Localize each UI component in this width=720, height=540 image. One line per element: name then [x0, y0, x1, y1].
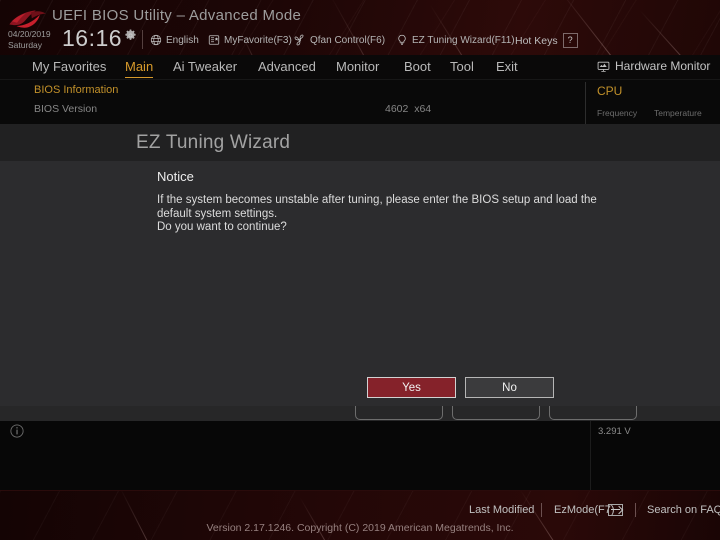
- arrow-right-box-icon[interactable]: [608, 504, 623, 516]
- search-on-faq-button[interactable]: Search on FAQ: [647, 504, 720, 516]
- qfan-control-button[interactable]: Qfan Control(F6): [294, 33, 385, 47]
- hot-keys-label: Hot Keys: [515, 34, 558, 47]
- hot-keys-button[interactable]: Hot Keys ?: [515, 33, 578, 48]
- obscured-button-2[interactable]: [452, 406, 540, 420]
- hot-keys-key: ?: [562, 33, 578, 48]
- qfan-control-label: Qfan Control(F6): [310, 34, 386, 46]
- myfavorite-label: MyFavorite(F3): [224, 34, 292, 46]
- system-clock: 16:16: [62, 25, 123, 51]
- page-title: UEFI BIOS Utility – Advanced Mode: [52, 7, 302, 24]
- title-bar: UEFI BIOS Utility – Advanced Mode 04/20/…: [0, 0, 720, 55]
- ez-tuning-wizard-label: EZ Tuning Wizard(F11): [412, 34, 515, 46]
- date-value: 04/20/2019: [8, 29, 51, 39]
- system-date: 04/20/2019 Saturday: [8, 29, 51, 50]
- bios-version-label: BIOS Version: [34, 103, 98, 115]
- dialog-body: Notice If the system becomes unstable af…: [0, 161, 720, 406]
- bios-version-value: 4602 x64: [385, 103, 432, 115]
- footer-divider-2: [635, 503, 636, 517]
- dialog-title: EZ Tuning Wizard: [136, 132, 291, 153]
- hw-frequency-label: Frequency: [597, 108, 638, 118]
- language-selector[interactable]: English: [150, 33, 199, 47]
- dialog-message-line-1: If the system becomes unstable after tun…: [157, 194, 597, 206]
- myfavorite-button[interactable]: MyFavorite(F3): [208, 33, 292, 47]
- tab-advanced[interactable]: Advanced: [258, 59, 316, 74]
- ez-tuning-wizard-button[interactable]: EZ Tuning Wizard(F11): [396, 33, 515, 47]
- hw-voltage-value: 3.291 V: [598, 426, 631, 437]
- dialog-message-line-2: default system settings.: [157, 207, 278, 220]
- globe-icon: [150, 34, 162, 46]
- dialog-message: If the system becomes unstable after tun…: [157, 194, 597, 235]
- tab-monitor[interactable]: Monitor: [336, 59, 379, 74]
- yes-button[interactable]: Yes: [367, 377, 456, 398]
- no-button[interactable]: No: [465, 377, 554, 398]
- lightbulb-icon: [398, 34, 406, 45]
- bios-information-heading: BIOS Information: [34, 84, 119, 96]
- ezmode-button[interactable]: EzMode(F7): [554, 504, 615, 516]
- dialog-header: EZ Tuning Wizard: [0, 124, 720, 161]
- dialog-heading: Notice: [157, 169, 194, 184]
- bottom-bar: Last Modified EzMode(F7) Search on FAQ V…: [0, 490, 720, 540]
- bios-screen: UEFI BIOS Utility – Advanced Mode 04/20/…: [0, 0, 720, 540]
- version-copyright: Version 2.17.1246. Copyright (C) 2019 Am…: [206, 522, 514, 534]
- panel-divider: [585, 82, 586, 124]
- myfavorite-icon: [208, 35, 220, 45]
- header-divider: [142, 30, 143, 49]
- gear-icon[interactable]: [124, 29, 137, 42]
- last-modified-button[interactable]: Last Modified: [469, 504, 534, 516]
- language-label: English: [166, 34, 199, 46]
- tab-ai-tweaker[interactable]: Ai Tweaker: [173, 59, 237, 74]
- tab-tool[interactable]: Tool: [450, 59, 474, 74]
- tab-exit[interactable]: Exit: [496, 59, 518, 74]
- info-icon[interactable]: [10, 424, 24, 438]
- tab-main[interactable]: Main: [125, 59, 154, 78]
- hardware-monitor-label: Hardware Monitor: [615, 59, 711, 73]
- tab-boot[interactable]: Boot: [404, 59, 431, 74]
- tab-my-favorites[interactable]: My Favorites: [32, 59, 106, 74]
- monitor-icon: [597, 61, 610, 72]
- qfan-icon: [294, 34, 304, 46]
- main-content-area: BIOS Information BIOS Version 4602 x64 C…: [0, 80, 720, 124]
- hw-cpu-group-label: CPU: [597, 84, 623, 98]
- obscured-voltage-row: [598, 417, 658, 423]
- rog-logo-icon: [9, 10, 46, 28]
- hardware-monitor-header[interactable]: Hardware Monitor: [597, 59, 710, 73]
- dialog-message-line-3: Do you want to continue?: [157, 221, 287, 233]
- hw-temperature-label: Temperature: [654, 108, 702, 118]
- help-area: 3.291 V: [0, 421, 720, 490]
- hw-panel-divider: [590, 421, 591, 490]
- ez-tuning-wizard-dialog: EZ Tuning Wizard Notice If the system be…: [0, 124, 720, 521]
- obscured-button-1[interactable]: [355, 406, 443, 420]
- footer-divider-1: [541, 503, 542, 517]
- weekday-value: Saturday: [8, 39, 43, 50]
